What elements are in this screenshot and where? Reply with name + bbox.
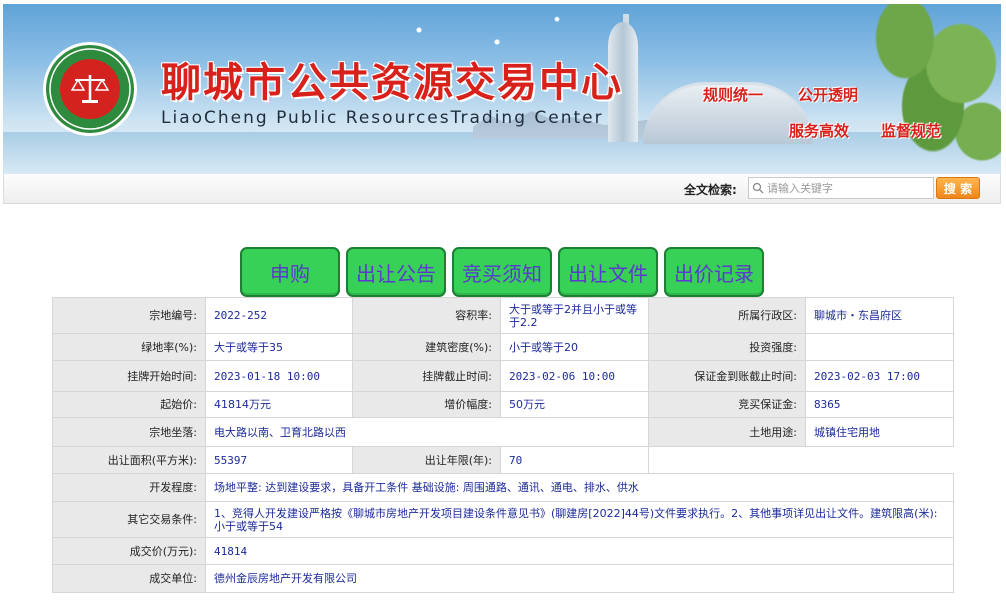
search-input-wrapper[interactable] xyxy=(748,177,934,199)
district-value: 聊城市・东昌府区 xyxy=(805,297,954,334)
table-row: 宗地编号: 2022-252 容积率: 大于或等于2并且小于或等于2.2 所属行… xyxy=(52,297,954,334)
deal-price-value: 41814 xyxy=(205,537,954,565)
site-title: 聊城市公共资源交易中心 xyxy=(161,59,623,106)
listing-end-label: 挂牌截止时间: xyxy=(352,360,501,392)
search-bar: 全文检索: 搜 索 xyxy=(3,174,1001,204)
deal-price-label: 成交价(万元): xyxy=(52,537,206,565)
transfer-term-label: 出让年限(年): xyxy=(352,446,501,474)
deposit-deadline-value: 2023-02-03 17:00 xyxy=(805,360,954,392)
slogan-efficient-service: 服务高效 xyxy=(789,122,850,140)
winning-bidder-value: 德州金辰房地产开发有限公司 xyxy=(205,564,954,593)
building-density-label: 建筑密度(%): xyxy=(352,333,501,361)
table-row: 成交单位: 德州金辰房地产开发有限公司 xyxy=(52,564,954,593)
green-rate-label: 绿地率(%): xyxy=(52,333,206,361)
transfer-area-label: 出让面积(平方米): xyxy=(52,446,206,474)
winning-bidder-label: 成交单位: xyxy=(52,564,206,593)
bid-deposit-value: 8365 xyxy=(805,391,954,418)
transfer-term-value: 70 xyxy=(500,446,649,474)
listing-start-value: 2023-01-18 10:00 xyxy=(205,360,353,392)
investment-intensity-value xyxy=(805,333,954,361)
land-use-label: 土地用途: xyxy=(648,417,806,447)
slogan-rules-unified: 规则统一 xyxy=(703,86,764,104)
bidding-instructions-button[interactable]: 竞买须知 xyxy=(452,247,552,297)
bid-deposit-label: 竞买保证金: xyxy=(648,391,806,418)
location-value: 电大路以南、卫育北路以西 xyxy=(205,417,649,447)
building-density-value: 小于或等于20 xyxy=(500,333,649,361)
site-subtitle: LiaoCheng Public ResourcesTrading Center xyxy=(161,108,604,128)
subscribe-button[interactable]: 申购 xyxy=(240,247,340,297)
site-logo[interactable] xyxy=(43,42,137,136)
starting-price-value: 41814万元 xyxy=(205,391,353,418)
listing-start-label: 挂牌开始时间: xyxy=(52,360,206,392)
site-banner: 聊城市公共资源交易中心 LiaoCheng Public ResourcesTr… xyxy=(3,4,1001,174)
other-conditions-label: 其它交易条件: xyxy=(52,501,206,538)
bid-records-button[interactable]: 出价记录 xyxy=(664,247,764,297)
logo-ring-icon xyxy=(49,48,131,130)
transfer-documents-button[interactable]: 出让文件 xyxy=(558,247,658,297)
price-increment-value: 50万元 xyxy=(500,391,649,418)
investment-intensity-label: 投资强度: xyxy=(648,333,806,361)
table-row: 出让面积(平方米): 55397 出让年限(年): 70 xyxy=(52,446,954,474)
transfer-area-value: 55397 xyxy=(205,446,353,474)
table-row: 起始价: 41814万元 增价幅度: 50万元 竞买保证金: 8365 xyxy=(52,391,954,418)
plot-ratio-value: 大于或等于2并且小于或等于2.2 xyxy=(500,297,649,334)
district-label: 所属行政区: xyxy=(648,297,806,334)
slogan-standard-supervision: 监督规范 xyxy=(881,122,942,140)
table-row: 挂牌开始时间: 2023-01-18 10:00 挂牌截止时间: 2023-02… xyxy=(52,360,954,392)
price-increment-label: 增价幅度: xyxy=(352,391,501,418)
starting-price-label: 起始价: xyxy=(52,391,206,418)
table-row: 宗地坐落: 电大路以南、卫育北路以西 土地用途: 城镇住宅用地 xyxy=(52,417,954,447)
transfer-announcement-button[interactable]: 出让公告 xyxy=(346,247,446,297)
table-row: 其它交易条件: 1、竞得人开发建设严格按《聊城市房地产开发项目建设条件意见书》(… xyxy=(52,501,954,538)
deposit-deadline-label: 保证金到账截止时间: xyxy=(648,360,806,392)
other-conditions-value: 1、竞得人开发建设严格按《聊城市房地产开发项目建设条件意见书》(聊建房[2022… xyxy=(205,501,954,538)
table-row: 成交价(万元): 41814 xyxy=(52,537,954,565)
empty-cell xyxy=(648,446,954,474)
search-input[interactable] xyxy=(767,181,927,195)
search-button[interactable]: 搜 索 xyxy=(936,177,980,199)
listing-end-value: 2023-02-06 10:00 xyxy=(500,360,649,392)
plot-ratio-label: 容积率: xyxy=(352,297,501,334)
slogan-open-transparent: 公开透明 xyxy=(798,86,859,104)
location-label: 宗地坐落: xyxy=(52,417,206,447)
development-level-value: 场地平整: 达到建设要求，具备开工条件 基础设施: 周围通路、通讯、通电、排水、… xyxy=(205,473,954,502)
parcel-detail-table: 宗地编号: 2022-252 容积率: 大于或等于2并且小于或等于2.2 所属行… xyxy=(52,297,954,593)
search-label: 全文检索: xyxy=(684,183,737,197)
search-icon xyxy=(749,179,767,197)
green-rate-value: 大于或等于35 xyxy=(205,333,353,361)
parcel-code-value: 2022-252 xyxy=(205,297,353,334)
development-level-label: 开发程度: xyxy=(52,473,206,502)
banner-trees-decoration xyxy=(863,4,1001,174)
table-row: 绿地率(%): 大于或等于35 建筑密度(%): 小于或等于20 投资强度: xyxy=(52,333,954,361)
table-row: 开发程度: 场地平整: 达到建设要求，具备开工条件 基础设施: 周围通路、通讯、… xyxy=(52,473,954,502)
land-use-value: 城镇住宅用地 xyxy=(805,417,954,447)
parcel-code-label: 宗地编号: xyxy=(52,297,206,334)
